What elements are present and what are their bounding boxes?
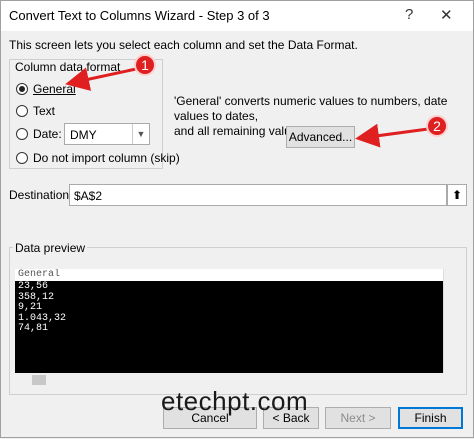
radio-skip-circle[interactable]: [16, 152, 28, 164]
watermark-text: etechpt.com: [161, 386, 309, 416]
radio-general-circle[interactable]: [16, 83, 28, 95]
destination-value: $A$2: [74, 189, 103, 203]
help-button[interactable]: ?: [405, 6, 413, 23]
up-arrow-icon: ⬆: [451, 188, 463, 202]
chevron-down-icon[interactable]: ▼: [132, 124, 149, 144]
horizontal-scroll-thumb[interactable]: [32, 375, 46, 385]
callout-badge-2: 2: [426, 115, 448, 137]
radio-date-circle[interactable]: [16, 128, 28, 140]
data-preview-label: Data preview: [13, 241, 88, 255]
destination-label: Destination:: [9, 188, 73, 202]
date-format-select[interactable]: DMY ▼: [64, 123, 150, 145]
radio-skip[interactable]: Do not import column (skip): [16, 150, 180, 166]
preview-horizontal-scrollbar[interactable]: [15, 373, 443, 387]
preview-column-header[interactable]: General: [15, 269, 443, 281]
radio-text-circle[interactable]: [16, 105, 28, 117]
data-preview[interactable]: General 23,56 358,12 9,21 1.043,32 74,81: [15, 269, 443, 373]
column-format-legend: Column data format: [13, 60, 123, 74]
wizard-window: Convert Text to Columns Wizard - Step 3 …: [0, 0, 474, 438]
radio-text-label: Text: [33, 104, 56, 118]
radio-general-label: General: [33, 82, 76, 96]
close-button[interactable]: ✕: [440, 6, 453, 24]
callout-badge-1: 1: [134, 54, 156, 76]
radio-skip-label: Do not import column (skip): [33, 151, 180, 165]
radio-text[interactable]: Text: [16, 103, 55, 119]
next-button[interactable]: Next >: [325, 407, 391, 429]
title-bar: Convert Text to Columns Wizard - Step 3 …: [1, 1, 473, 31]
radio-date[interactable]: Date:: [16, 126, 62, 142]
preview-row: 23,56: [18, 281, 49, 292]
finish-button[interactable]: Finish: [398, 407, 463, 429]
preview-row: 74,81: [18, 323, 49, 334]
radio-general[interactable]: General: [16, 81, 76, 97]
preview-vertical-scrollbar[interactable]: [443, 269, 459, 373]
radio-date-label: Date:: [33, 127, 62, 141]
intro-text: This screen lets you select each column …: [9, 38, 358, 52]
advanced-button[interactable]: Advanced...: [286, 126, 355, 148]
date-format-value: DMY: [70, 128, 97, 142]
window-title: Convert Text to Columns Wizard - Step 3 …: [9, 8, 270, 23]
preview-rows: 23,56 358,12 9,21 1.043,32 74,81: [18, 281, 66, 335]
preview-row: 9,21: [18, 302, 43, 313]
destination-input[interactable]: $A$2: [69, 184, 447, 206]
collapse-dialog-button[interactable]: ⬆: [447, 184, 467, 206]
